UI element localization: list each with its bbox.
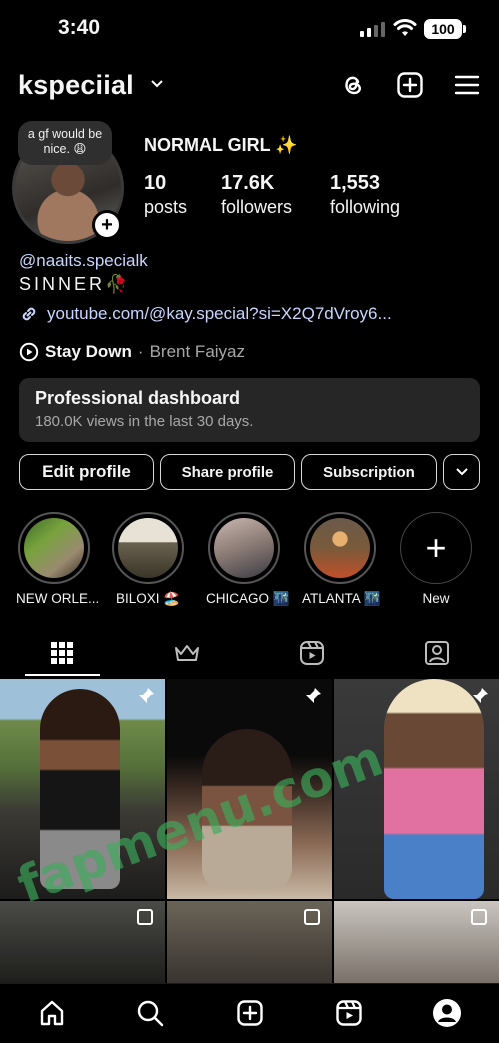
following-value: 1,553 [330, 172, 381, 194]
suggested-dropdown-button[interactable] [443, 454, 480, 490]
grid-post[interactable] [0, 679, 165, 899]
status-bar: 3:40 100 [0, 0, 499, 60]
pin-icon [139, 688, 154, 703]
username-switcher[interactable]: kspeciial [18, 70, 134, 101]
profile-music[interactable]: Stay Down · Brent Faiyaz [19, 342, 245, 362]
profile-icon [433, 999, 461, 1027]
multi-post-icon [137, 909, 153, 925]
grid-post[interactable] [334, 901, 499, 983]
create-icon [237, 1000, 263, 1026]
grid-post[interactable] [167, 679, 332, 899]
menu-icon[interactable] [452, 70, 482, 100]
highlight-biloxi[interactable]: BILOXI 🏖️ [110, 512, 186, 607]
share-profile-button[interactable]: Share profile [160, 454, 295, 490]
highlight-chicago[interactable]: CHICAGO 🌃 [206, 512, 290, 607]
signal-icon [360, 22, 385, 37]
music-artist: Brent Faiyaz [149, 342, 246, 361]
following-label: following [330, 197, 401, 217]
threads-icon[interactable] [338, 70, 368, 100]
grid-post[interactable] [0, 901, 165, 983]
followers-value: 17.6K [221, 172, 275, 194]
status-time: 3:40 [58, 16, 101, 39]
highlight-label: New [422, 591, 450, 606]
following-count[interactable]: 1,553 following [330, 172, 400, 218]
multi-post-icon [304, 909, 320, 925]
dashboard-subtitle: 180.0K views in the last 30 days. [35, 413, 254, 430]
profile-header: kspeciial [0, 60, 499, 110]
subscription-button[interactable]: Subscription [301, 454, 437, 490]
add-story-icon[interactable]: + [92, 210, 122, 240]
battery-indicator: 100 [424, 19, 466, 39]
highlight-label: BILOXI 🏖️ [115, 591, 181, 606]
highlight-atlanta[interactable]: ATLANTA 🌃 [302, 512, 381, 607]
highlight-cover [24, 518, 84, 578]
nav-create[interactable] [233, 996, 267, 1030]
reels-icon [300, 641, 324, 665]
wifi-icon [393, 19, 417, 36]
highlight-cover [310, 518, 370, 578]
note-bubble[interactable]: a gf would be nice. 😩 [18, 121, 112, 165]
chevron-down-icon[interactable] [150, 78, 164, 90]
multi-post-icon [471, 909, 487, 925]
highlight-cover [118, 518, 178, 578]
music-song: Stay Down [45, 342, 132, 361]
posts-grid [0, 679, 499, 983]
pin-icon [306, 688, 321, 703]
posts-count[interactable]: 10 posts [144, 172, 187, 218]
followers-label: followers [221, 197, 293, 217]
dashboard-title: Professional dashboard [35, 388, 241, 408]
professional-dashboard[interactable]: Professional dashboard 180.0K views in t… [19, 378, 480, 442]
highlight-label: ATLANTA 🌃 [302, 591, 381, 606]
play-circle-icon [19, 342, 39, 362]
tab-tagged[interactable] [375, 630, 499, 676]
grid-post[interactable] [334, 679, 499, 899]
search-icon [137, 1000, 164, 1027]
music-separator: · [137, 342, 144, 361]
highlight-label: NEW ORLE... [16, 591, 100, 606]
nav-home[interactable] [35, 996, 69, 1030]
tagged-icon [425, 641, 449, 665]
threads-handle-link[interactable]: @naaits.specialk [19, 251, 148, 271]
bottom-navigation [0, 983, 499, 1043]
nav-profile[interactable] [430, 996, 464, 1030]
crown-icon [175, 645, 199, 661]
profile-tabs [0, 630, 499, 676]
highlight-label: CHICAGO 🌃 [206, 591, 290, 606]
chevron-down-icon [455, 468, 468, 476]
bio-link-text: youtube.com/@kay.special?si=X2Q7dVroy6..… [47, 304, 392, 323]
bio-text: SINNER🥀 [19, 274, 131, 294]
home-icon [40, 1000, 64, 1026]
create-icon[interactable] [395, 70, 425, 100]
highlight-new[interactable]: + New [398, 512, 474, 606]
highlight-new-orleans[interactable]: NEW ORLE... [16, 512, 100, 606]
tab-subscriptions[interactable] [125, 630, 249, 676]
pin-icon [473, 688, 488, 703]
reels-icon [336, 1000, 362, 1026]
plus-icon: + [400, 512, 472, 584]
highlight-cover [214, 518, 274, 578]
nav-search[interactable] [133, 996, 167, 1030]
bio-link[interactable]: youtube.com/@kay.special?si=X2Q7dVroy6..… [19, 304, 392, 324]
nav-reels[interactable] [332, 996, 366, 1030]
link-icon [22, 307, 36, 321]
grid-post[interactable] [167, 901, 332, 983]
tab-reels[interactable] [250, 630, 374, 676]
followers-count[interactable]: 17.6K followers [221, 172, 292, 218]
tab-grid[interactable] [0, 630, 124, 676]
posts-label: posts [144, 197, 188, 217]
edit-profile-button[interactable]: Edit profile [19, 454, 154, 490]
display-name: NORMAL GIRL ✨ [144, 135, 298, 155]
posts-value: 10 [144, 172, 167, 194]
grid-icon [51, 642, 73, 664]
active-tab-indicator [25, 674, 100, 676]
